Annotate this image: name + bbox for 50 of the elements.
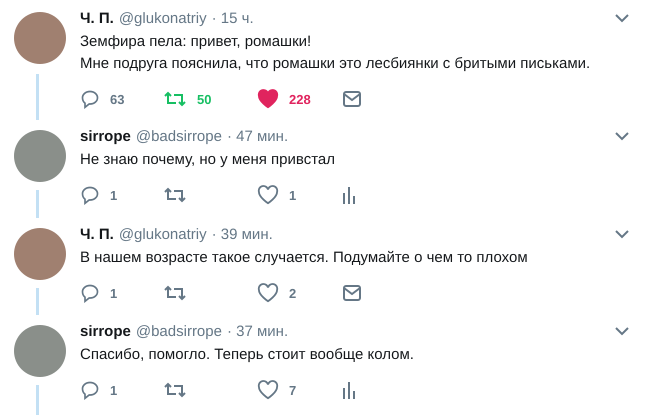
retweet-count: 50 (197, 92, 212, 106)
author-name[interactable]: sirrope (80, 128, 131, 145)
tweet-time[interactable]: · 37 мин. (226, 323, 288, 340)
retweet-icon[interactable] (163, 380, 187, 400)
like-count: 7 (289, 382, 296, 398)
heart-icon[interactable] (257, 89, 279, 109)
tweet-text: Не знаю почему, но у меня привстал (80, 150, 336, 170)
reply-icon[interactable] (80, 380, 100, 400)
tweet-time[interactable]: · 15 ч. (212, 10, 254, 27)
tweet-text: Мне подруга пояснила, что ромашки это лесбиянки с бритыми письками. (80, 54, 592, 74)
avatar[interactable] (14, 12, 66, 64)
retweet-icon[interactable] (163, 185, 187, 205)
like-count: 2 (289, 286, 296, 300)
reply-count: 1 (110, 382, 118, 398)
tweet-text: Спасибо, помогло. Теперь стоит вообще колом. (80, 345, 415, 365)
mail-icon[interactable] (342, 284, 362, 302)
avatar[interactable] (14, 228, 66, 280)
author-name[interactable]: Ч. П. (80, 10, 114, 27)
chevron-down-icon[interactable] (615, 230, 629, 239)
reply-count: 63 (110, 92, 124, 106)
analytics-icon[interactable] (342, 186, 356, 204)
chevron-down-icon[interactable] (615, 132, 629, 141)
reply-icon[interactable] (80, 89, 100, 109)
analytics-icon[interactable] (342, 381, 356, 399)
author-handle[interactable]: @badsirrope (136, 323, 222, 340)
author-name[interactable]: sirrope (80, 323, 131, 340)
tweet-text: В нашем возрасте такое случается. Подумайте о чем то плохом (80, 248, 529, 268)
author-handle[interactable]: @glukonatriy (118, 10, 207, 27)
retweet-icon[interactable] (163, 89, 187, 109)
heart-icon[interactable] (257, 185, 279, 205)
heart-icon[interactable] (257, 380, 279, 400)
reply-count: 1 (110, 188, 118, 202)
tweet-time[interactable]: · 39 мин. (212, 226, 273, 243)
like-count: 228 (289, 92, 311, 106)
tweet-text: Земфира пела: привет, ромашки! (80, 32, 312, 52)
author-name[interactable]: Ч. П. (80, 226, 114, 243)
tweet-time[interactable]: · 47 мин. (226, 128, 288, 145)
reply-icon[interactable] (80, 185, 100, 205)
like-count: 1 (289, 188, 296, 202)
author-handle[interactable]: @badsirrope (136, 128, 222, 145)
heart-icon[interactable] (257, 283, 279, 303)
avatar[interactable] (14, 130, 66, 182)
reply-icon[interactable] (80, 283, 100, 303)
chevron-down-icon[interactable] (615, 14, 629, 23)
avatar[interactable] (14, 325, 66, 377)
chevron-down-icon[interactable] (615, 327, 629, 336)
mail-icon[interactable] (342, 90, 362, 108)
author-handle[interactable]: @glukonatriy (118, 226, 207, 243)
reply-count: 1 (110, 286, 118, 300)
retweet-icon[interactable] (163, 283, 187, 303)
